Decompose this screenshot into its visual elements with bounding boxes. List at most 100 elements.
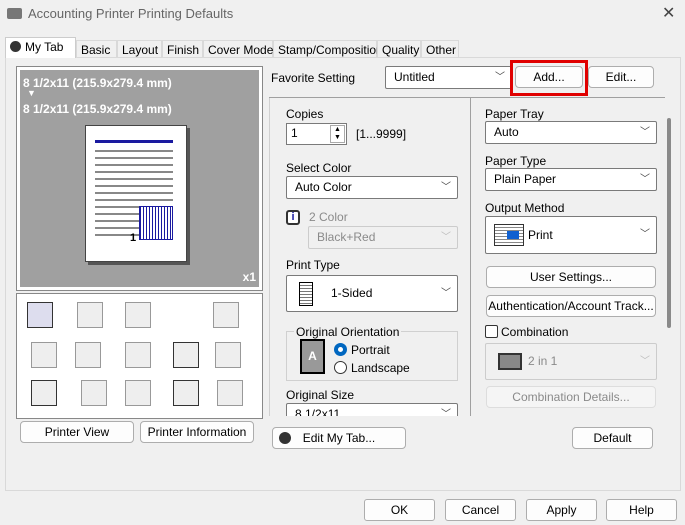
chevron-down-icon: ﹀ [640,174,650,185]
info-icon[interactable]: i [286,210,300,225]
printer-view-button[interactable]: Printer View [20,421,134,443]
layout-icon[interactable] [77,302,103,328]
function-icon-grid [16,293,263,419]
combination-dropdown: 2 in 1 ﹀ [485,343,657,380]
output-method-value: Print [528,228,553,242]
cancel-button[interactable]: Cancel [445,499,516,521]
paper-type-dropdown[interactable]: Plain Paper ﹀ [485,168,657,191]
two-color-label: 2 Color [309,210,348,224]
favorite-setting-label: Favorite Setting [271,71,356,85]
edit-my-tab-button[interactable]: Edit My Tab... [272,427,406,449]
select-color-value: Auto Color [295,180,352,194]
select-color-label: Select Color [286,161,352,175]
tab-stamp-composition[interactable]: Stamp/Composition [273,40,383,58]
tab-cover-mode[interactable]: Cover Mode [203,40,273,58]
copies-badge: x1 [242,270,256,284]
window-title: Accounting Printer Printing Defaults [28,6,234,21]
color-icon[interactable] [31,380,57,406]
two-in-one-icon [498,353,522,370]
paper-size-from: 8 1/2x11 (215.9x279.4 mm) [23,76,172,90]
print-type-value: 1-Sided [331,286,373,300]
font-icon[interactable] [125,342,151,368]
combination-details-button: Combination Details... [486,386,656,408]
default-button[interactable]: Default [572,427,653,449]
paper-type-value: Plain Paper [494,172,557,186]
collate-icon[interactable] [31,342,57,368]
vertical-scrollbar[interactable] [667,118,671,328]
paper-tray-dropdown[interactable]: Auto ﹀ [485,121,657,144]
form-icon[interactable] [173,380,199,406]
booklet-icon[interactable] [213,302,239,328]
apply-button[interactable]: Apply [526,499,597,521]
edit-favorite-button[interactable]: Edit... [588,66,654,88]
printer-information-button[interactable]: Printer Information [140,421,254,443]
chevron-down-icon: ﹀ [640,127,650,138]
copy-icon[interactable] [125,302,151,328]
original-size-dropdown[interactable]: 8 1/2x11 ﹀ [286,403,458,416]
authentication-button[interactable]: Authentication/Account Track... [486,295,656,317]
user-settings-button[interactable]: User Settings... [486,266,656,288]
authentication-icon[interactable] [125,380,151,406]
copies-stepper[interactable]: 1 ▲ ▼ [286,123,347,145]
page-preview: 1 [85,125,187,262]
landscape-label: Landscape [351,361,410,375]
chevron-down-icon: ﹀ [640,229,650,240]
combination-value: 2 in 1 [528,354,558,368]
two-color-dropdown: Black+Red ﹀ [308,226,458,249]
select-color-dropdown[interactable]: Auto Color ﹀ [286,176,458,199]
edit-my-tab-label: Edit My Tab... [302,431,376,445]
tab-layout[interactable]: Layout [117,40,162,58]
column-divider [470,98,471,416]
paper-tray-label: Paper Tray [485,107,544,121]
print-type-label: Print Type [286,258,340,272]
settings-scroll-area: Copies 1 ▲ ▼ [1...9999] Select Color Auto … [269,98,666,416]
portrait-radio[interactable] [334,343,347,356]
spin-arrows-icon[interactable]: ▲ ▼ [330,125,345,143]
page-number: 1 [130,232,137,244]
chevron-down-icon: ﹀ [441,182,451,193]
paper-type-label: Paper Type [485,154,547,168]
user-icon [279,432,291,444]
output-print-icon[interactable] [27,302,53,328]
print-type-dropdown[interactable]: 1-Sided ﹀ [286,275,458,312]
portrait-preview-icon: A [300,339,325,374]
chevron-down-icon: ﹀ [640,356,650,367]
help-button[interactable]: Help [606,499,677,521]
tab-my-tab[interactable]: My Tab [5,37,76,58]
add-favorite-button[interactable]: Add... [515,66,583,88]
chevron-down-icon: ﹀ [441,409,451,416]
two-color-value: Black+Red [317,230,376,244]
combination-checkbox[interactable] [485,325,498,338]
user-box-icon[interactable] [81,380,107,406]
ok-button[interactable]: OK [364,499,435,521]
favorite-setting-select[interactable]: Untitled ﹀ [385,66,512,89]
copies-range: [1...9999] [356,127,407,141]
staple-icon[interactable] [215,342,241,368]
paper-size-to: 8 1/2x11 (215.9x279.4 mm) [23,102,172,116]
copies-label: Copies [286,107,324,121]
one-sided-icon [299,282,313,306]
orientation-label: Original Orientation [294,325,402,339]
output-method-label: Output Method [485,201,565,215]
tab-other[interactable]: Other [421,40,459,58]
chevron-down-icon: ﹀ [495,72,505,83]
close-button[interactable]: ✕ [662,3,675,23]
original-size-label: Original Size [286,388,355,402]
chevron-down-icon: ﹀ [441,288,451,299]
output-method-dropdown[interactable]: Print ﹀ [485,216,657,254]
portrait-label: Portrait [351,343,390,357]
print-output-icon [494,224,524,246]
tab-basic[interactable]: Basic [76,40,117,58]
user-icon [10,41,21,52]
combination-icon[interactable] [75,342,101,368]
combination-label: Combination [501,325,569,339]
favorite-setting-value: Untitled [394,70,435,84]
paper-tray-value: Auto [494,125,519,139]
chevron-down-icon: ﹀ [441,232,451,243]
tab-quality[interactable]: Quality [377,40,421,58]
tab-finish[interactable]: Finish [162,40,203,58]
document-icon[interactable] [217,380,243,406]
printer-icon [7,8,22,19]
landscape-radio[interactable] [334,361,347,374]
watermark-icon[interactable] [173,342,199,368]
